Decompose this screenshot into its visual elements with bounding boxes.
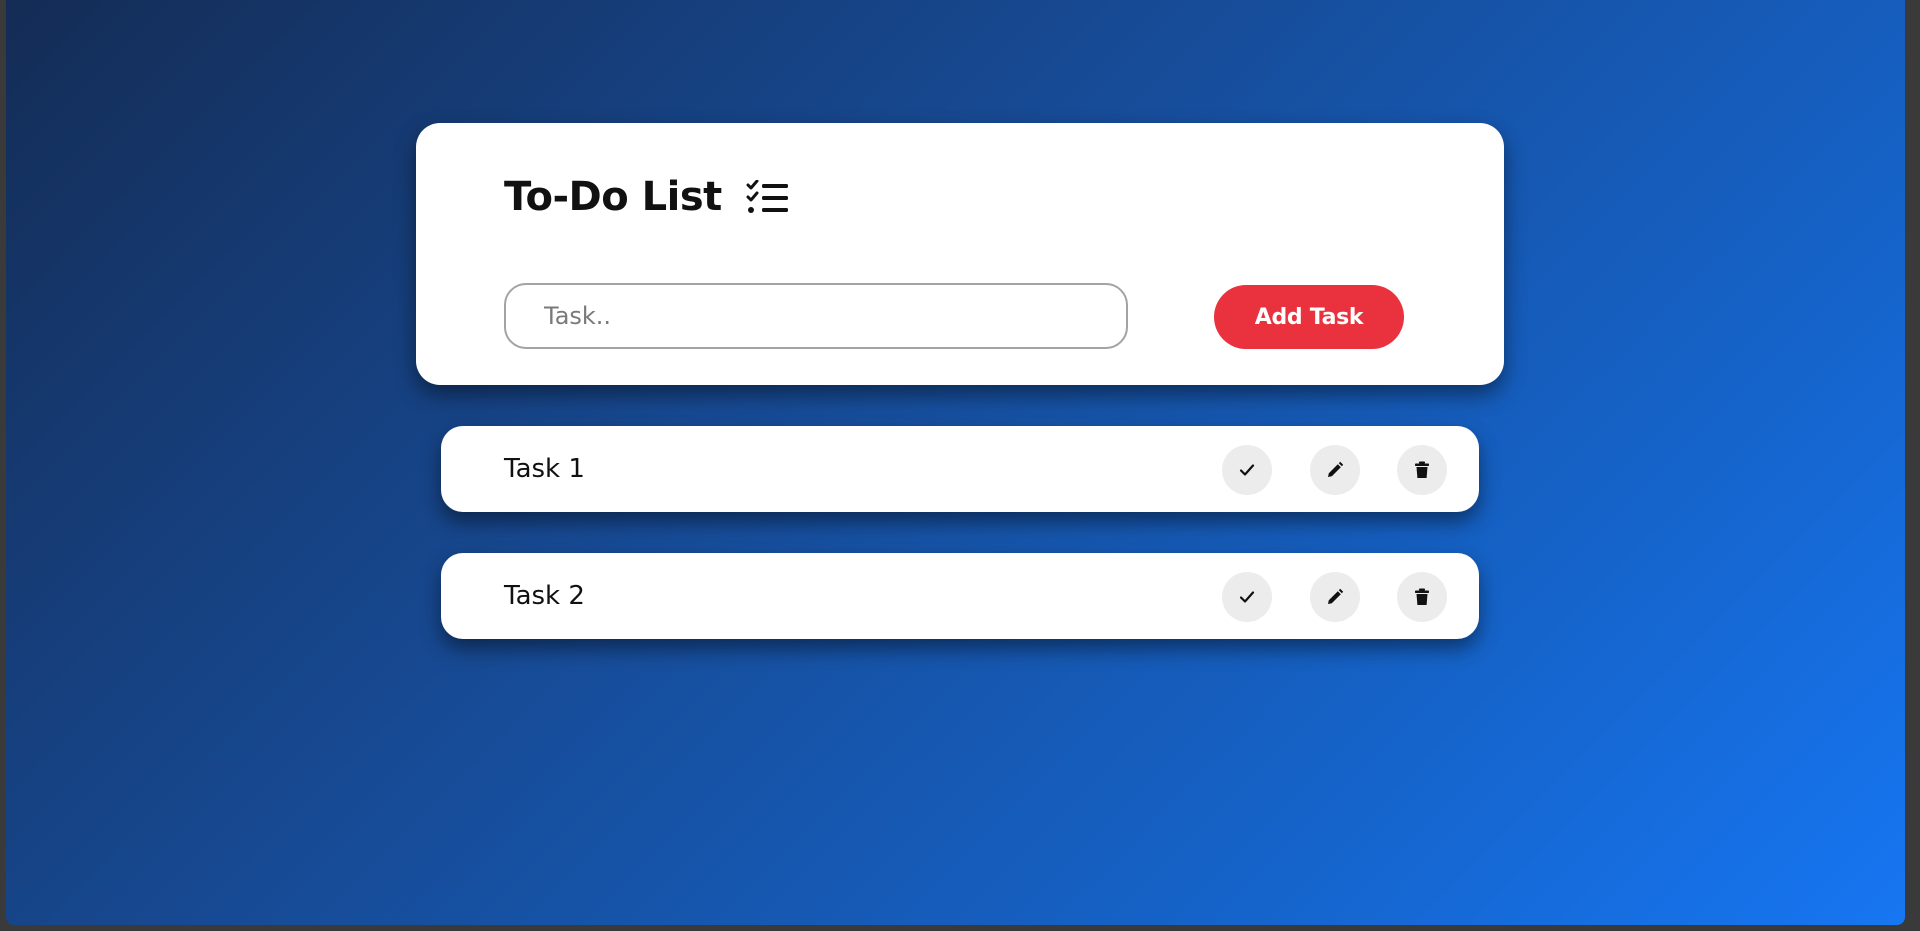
pencil-icon xyxy=(1328,461,1344,477)
page-title: To-Do List xyxy=(504,174,722,220)
checklist-icon xyxy=(746,180,788,213)
task-label: Task 2 xyxy=(504,581,585,611)
complete-task-button[interactable] xyxy=(1222,572,1272,622)
trash-icon xyxy=(1415,588,1429,605)
task-input[interactable] xyxy=(504,283,1128,349)
pencil-icon xyxy=(1328,588,1344,604)
task-item: Task 1 xyxy=(441,426,1479,512)
edit-task-button[interactable] xyxy=(1310,572,1360,622)
task-label: Task 1 xyxy=(504,454,585,484)
delete-task-button[interactable] xyxy=(1397,572,1447,622)
app-background: To-Do List Add Task Task 1 xyxy=(6,0,1905,925)
delete-task-button[interactable] xyxy=(1397,445,1447,495)
todo-header-card: To-Do List Add Task xyxy=(416,123,1504,385)
add-task-button[interactable]: Add Task xyxy=(1214,285,1404,349)
trash-icon xyxy=(1415,461,1429,478)
check-icon xyxy=(1239,464,1255,476)
task-item: Task 2 xyxy=(441,553,1479,639)
title-row: To-Do List xyxy=(504,177,788,217)
complete-task-button[interactable] xyxy=(1222,445,1272,495)
check-icon xyxy=(1239,591,1255,603)
edit-task-button[interactable] xyxy=(1310,445,1360,495)
